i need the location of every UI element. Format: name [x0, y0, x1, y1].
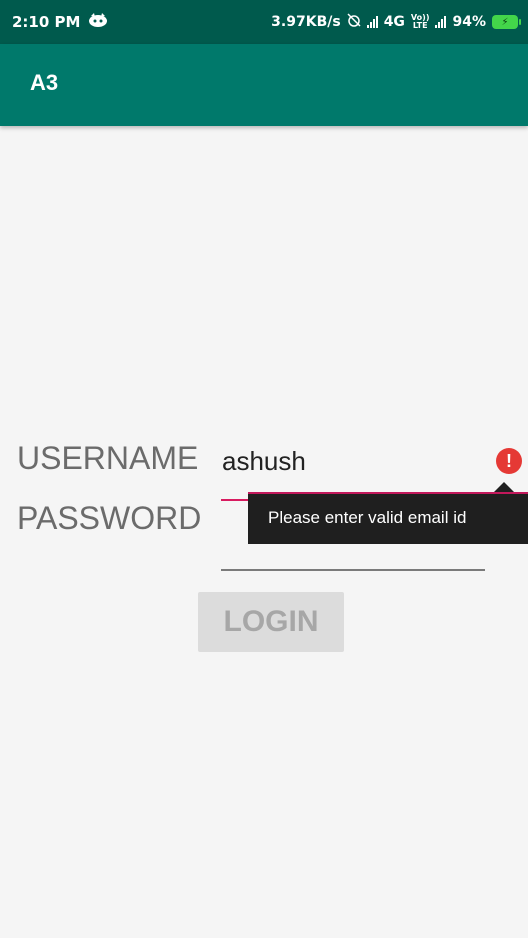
signal-icon: [366, 16, 378, 28]
volte-icon: Vo)) LTE: [411, 14, 430, 30]
network-speed: 3.97KB/s: [271, 14, 341, 30]
username-input[interactable]: ashush: [222, 446, 306, 477]
app-bar: A3: [0, 44, 528, 126]
network-type: 4G: [383, 14, 405, 30]
alarm-off-icon: [347, 13, 361, 31]
password-input[interactable]: [221, 569, 485, 571]
error-popup-arrow: [494, 482, 514, 492]
status-left: 2:10 PM: [12, 13, 108, 31]
notification-face-icon: [88, 13, 108, 31]
error-message: Please enter valid email id: [268, 508, 467, 527]
status-time: 2:10 PM: [12, 13, 81, 31]
password-label: PASSWORD: [17, 500, 202, 536]
signal-icon-2: [435, 16, 447, 28]
battery-percent: 94%: [452, 14, 486, 30]
status-right: 3.97KB/s 4G Vo)) LTE 94% ⚡: [271, 13, 521, 31]
username-label: USERNAME: [17, 440, 199, 476]
login-button[interactable]: LOGIN: [198, 592, 344, 652]
error-icon: !: [496, 448, 522, 474]
battery-charging-icon: ⚡: [492, 15, 521, 29]
app-title: A3: [30, 70, 59, 95]
error-popup: Please enter valid email id: [248, 492, 528, 544]
volte-bottom: LTE: [412, 21, 428, 30]
status-bar: 2:10 PM 3.97KB/s 4G Vo)) LTE 94% ⚡: [0, 0, 528, 44]
